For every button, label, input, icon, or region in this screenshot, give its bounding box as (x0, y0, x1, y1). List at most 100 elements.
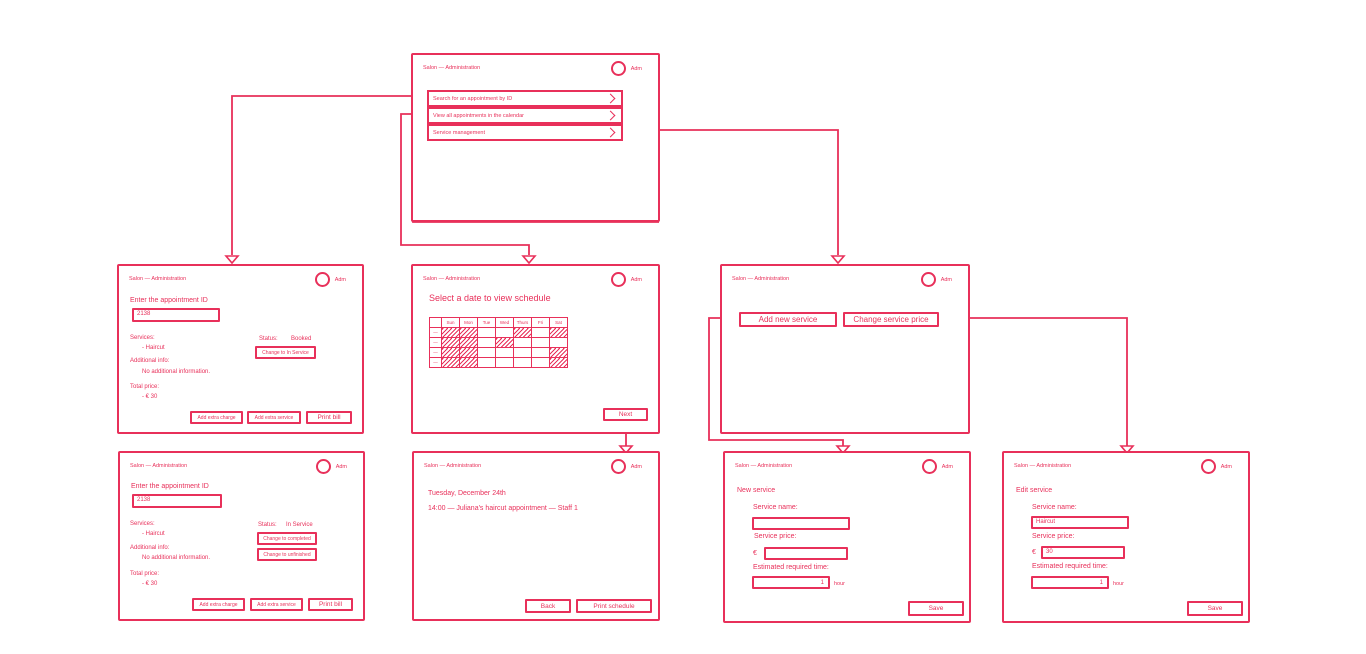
change-to-in-service-button[interactable]: Change to In Service (255, 346, 316, 359)
screen-title: Salon — Administration (129, 276, 187, 282)
status-label: Status: (259, 336, 278, 342)
calendar-day-cell[interactable] (477, 327, 496, 338)
status-value: In Service (286, 522, 313, 528)
calendar-day-cell[interactable] (513, 337, 532, 348)
add-new-service-button[interactable]: Add new service (739, 312, 837, 327)
user-name: Adm (941, 463, 953, 470)
arrowhead-search (224, 255, 240, 265)
estimated-time-input[interactable]: 1 (1031, 576, 1109, 589)
info-label: Additional info: (130, 545, 170, 551)
calendar-day-cell[interactable] (531, 337, 550, 348)
service-price-input[interactable]: 30 (1041, 546, 1125, 559)
change-to-completed-button[interactable]: Change to completed (257, 532, 317, 545)
appointment-id-input[interactable]: 2138 (132, 308, 220, 322)
menu-label: Service management (433, 129, 485, 136)
user-name: Adm (630, 276, 642, 283)
home-screen: Salon — Administration Adm Search for an… (411, 53, 660, 222)
status-label: Status: (258, 522, 277, 528)
estimated-time-label: Estimated required time: (1032, 563, 1108, 570)
calendar-day-cell[interactable] (495, 327, 514, 338)
calendar-day-cell[interactable] (495, 347, 514, 358)
arrowhead-service (830, 255, 846, 265)
service-name-input[interactable] (752, 517, 850, 530)
calendar-day-cell[interactable] (477, 337, 496, 348)
currency-symbol: € (753, 550, 757, 557)
calendar-day-cell[interactable] (477, 357, 496, 368)
add-extra-charge-button[interactable]: Add extra charge (190, 411, 243, 424)
calendar-week-row: — (429, 357, 568, 368)
user-avatar-icon (921, 459, 937, 474)
user-badge[interactable]: Adm (921, 459, 953, 474)
calendar-week-row: — (429, 347, 568, 358)
change-service-price-button[interactable]: Change service price (843, 312, 939, 327)
save-button[interactable]: Save (1187, 601, 1243, 616)
user-avatar-icon (610, 459, 626, 474)
calendar-day-cell[interactable] (531, 347, 550, 358)
user-badge[interactable]: Adm (314, 272, 346, 287)
calendar-day-cell[interactable] (477, 347, 496, 358)
user-name: Adm (630, 65, 642, 72)
add-extra-charge-button[interactable]: Add extra charge (192, 598, 245, 611)
estimated-time-input[interactable]: 1 (752, 576, 830, 589)
calendar-day-cell-unavailable (459, 357, 478, 368)
form-heading: New service (737, 487, 776, 494)
calendar-day-cell[interactable] (513, 347, 532, 358)
day-header: Sat (549, 317, 568, 328)
service-price-input[interactable] (764, 547, 848, 560)
calendar-day-cell-unavailable (513, 327, 532, 338)
user-name: Adm (1220, 463, 1232, 470)
calendar-day-cell[interactable] (495, 357, 514, 368)
menu-service-management[interactable]: Service management (427, 124, 623, 141)
day-header: Mon (459, 317, 478, 328)
user-badge[interactable]: Adm (610, 61, 642, 76)
calendar-day-cell-unavailable (459, 327, 478, 338)
screen-title: Salon — Administration (732, 276, 790, 282)
menu-view-calendar[interactable]: View all appointments in the calendar (427, 107, 623, 124)
change-to-unfinished-button[interactable]: Change to unfinished (257, 548, 317, 561)
print-bill-button[interactable]: Print bill (306, 411, 352, 424)
service-price-label: Service price: (1032, 533, 1075, 540)
add-extra-service-button[interactable]: Add extra service (250, 598, 303, 611)
calendar-header-row: Sun Mon Tue Wed Thurs Fri Sat (429, 317, 568, 328)
user-avatar-icon (1200, 459, 1216, 474)
user-avatar-icon (610, 272, 626, 287)
user-badge[interactable]: Adm (920, 272, 952, 287)
user-avatar-icon (314, 272, 330, 287)
back-button[interactable]: Back (525, 599, 571, 613)
screen-title: Salon — Administration (423, 276, 481, 282)
menu-search-by-id[interactable]: Search for an appointment by ID (427, 90, 623, 107)
user-badge[interactable]: Adm (610, 272, 642, 287)
print-schedule-button[interactable]: Print schedule (576, 599, 652, 613)
arrow-search-flow (231, 95, 427, 255)
calendar-day-cell[interactable] (549, 337, 568, 348)
user-badge[interactable]: Adm (1200, 459, 1232, 474)
next-button[interactable]: Next (603, 408, 648, 421)
menu-label: Search for an appointment by ID (433, 95, 513, 102)
calendar-day-cell[interactable] (513, 357, 532, 368)
appointment-id-input[interactable]: 2138 (132, 494, 222, 508)
time-unit: hour (834, 581, 846, 587)
calendar-day-cell-unavailable (549, 327, 568, 338)
day-header: Wed (495, 317, 514, 328)
print-bill-button[interactable]: Print bill (308, 598, 353, 611)
calendar-grid[interactable]: Sun Mon Tue Wed Thurs Fri Sat — — — — (429, 317, 568, 368)
calendar-day-cell[interactable] (531, 357, 550, 368)
calendar-day-cell[interactable] (531, 327, 550, 338)
service-name-input[interactable]: Haircut (1031, 516, 1129, 529)
appointment-search-booked-screen: Salon — Administration Adm Enter the app… (117, 264, 364, 434)
id-label: Enter the appointment ID (130, 297, 208, 304)
info-value: No additional information. (142, 369, 211, 375)
calendar-week-row: — (429, 337, 568, 348)
currency-symbol: € (1032, 549, 1036, 556)
save-button[interactable]: Save (908, 601, 964, 616)
add-extra-service-button[interactable]: Add extra service (247, 411, 301, 424)
arrowhead-calendar (521, 255, 537, 265)
user-avatar-icon (920, 272, 936, 287)
services-label: Services: (130, 521, 155, 527)
user-badge[interactable]: Adm (610, 459, 642, 474)
user-avatar-icon (610, 61, 626, 76)
calendar-heading: Select a date to view schedule (429, 293, 551, 303)
user-badge[interactable]: Adm (315, 459, 347, 474)
calendar-day-cell-unavailable (549, 347, 568, 358)
service-name-label: Service name: (753, 504, 798, 511)
